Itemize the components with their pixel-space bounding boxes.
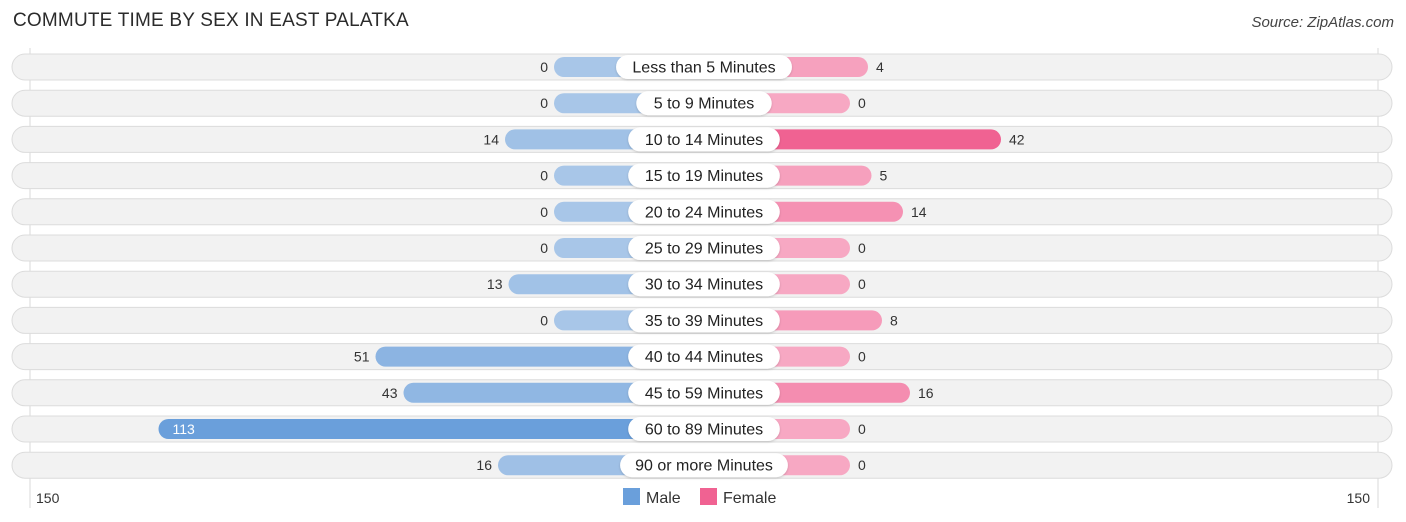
bar-male bbox=[158, 419, 704, 439]
value-label-female: 0 bbox=[858, 421, 866, 437]
row-6: 30 to 34 Minutes 13 0 bbox=[11, 270, 1393, 298]
row-11: 90 or more Minutes 16 0 bbox=[11, 451, 1393, 479]
row-1: 5 to 9 Minutes 0 0 bbox=[11, 89, 1393, 117]
row-5: 25 to 29 Minutes 0 0 bbox=[11, 234, 1393, 262]
row-10: 60 to 89 Minutes 113 0 bbox=[11, 415, 1393, 443]
row-9: 45 to 59 Minutes 43 16 bbox=[11, 379, 1393, 407]
legend-label-male: Male bbox=[646, 490, 681, 507]
value-label-male: 43 bbox=[382, 385, 398, 401]
value-label-male: 16 bbox=[476, 457, 492, 473]
category-label: 20 to 24 Minutes bbox=[645, 204, 763, 221]
rows-layer: Less than 5 Minutes 0 4 5 to 9 Minutes 0 0 10 … bbox=[11, 48, 1393, 508]
value-label-male: 14 bbox=[483, 131, 499, 147]
row-3: 15 to 19 Minutes 0 5 bbox=[11, 162, 1393, 190]
value-label-male: 0 bbox=[540, 240, 548, 256]
value-label-female: 16 bbox=[918, 385, 934, 401]
row-0: Less than 5 Minutes 0 4 bbox=[11, 53, 1393, 81]
legend-label-female: Female bbox=[723, 490, 776, 507]
category-label: 25 to 29 Minutes bbox=[645, 241, 763, 258]
chart-canvas: Less than 5 Minutes 0 4 5 to 9 Minutes 0 0 10 … bbox=[11, 48, 1393, 508]
category-label: 90 or more Minutes bbox=[635, 458, 773, 475]
value-label-female: 14 bbox=[911, 204, 927, 220]
legend-swatch-male bbox=[623, 488, 640, 505]
legend-swatch-female bbox=[700, 488, 717, 505]
value-label-female: 8 bbox=[890, 312, 898, 328]
category-label: 30 to 34 Minutes bbox=[645, 277, 763, 294]
value-label-male: 0 bbox=[540, 312, 548, 328]
value-label-female: 0 bbox=[858, 457, 866, 473]
row-4: 20 to 24 Minutes 0 14 bbox=[11, 198, 1393, 226]
value-label-female: 4 bbox=[876, 59, 884, 75]
category-label: 5 to 9 Minutes bbox=[654, 96, 755, 113]
value-label-male: 0 bbox=[540, 168, 548, 184]
category-label: 40 to 44 Minutes bbox=[645, 349, 763, 366]
value-label-male: 0 bbox=[540, 204, 548, 220]
value-label-male: 0 bbox=[540, 59, 548, 75]
axis-label-right: 150 bbox=[1347, 490, 1371, 506]
axis-label-left: 150 bbox=[36, 490, 60, 506]
category-label: 60 to 89 Minutes bbox=[645, 422, 763, 439]
value-label-male: 0 bbox=[540, 95, 548, 111]
legend: Male Female bbox=[623, 488, 776, 507]
category-label: 45 to 59 Minutes bbox=[645, 385, 763, 402]
row-8: 40 to 44 Minutes 51 0 bbox=[11, 343, 1393, 371]
value-label-female: 0 bbox=[858, 349, 866, 365]
category-label: 15 to 19 Minutes bbox=[645, 168, 763, 185]
value-label-male: 13 bbox=[487, 276, 503, 292]
value-label-female: 0 bbox=[858, 95, 866, 111]
value-label-female: 42 bbox=[1009, 131, 1025, 147]
value-label-female: 5 bbox=[880, 168, 888, 184]
value-label-female: 0 bbox=[858, 276, 866, 292]
value-label-female: 0 bbox=[858, 240, 866, 256]
value-label-male: 113 bbox=[173, 421, 196, 437]
row-2: 10 to 14 Minutes 14 42 bbox=[11, 125, 1393, 153]
value-label-male: 51 bbox=[354, 349, 370, 365]
row-7: 35 to 39 Minutes 0 8 bbox=[11, 306, 1393, 334]
category-label: Less than 5 Minutes bbox=[632, 60, 775, 77]
category-label: 35 to 39 Minutes bbox=[645, 313, 763, 330]
category-label: 10 to 14 Minutes bbox=[645, 132, 763, 149]
